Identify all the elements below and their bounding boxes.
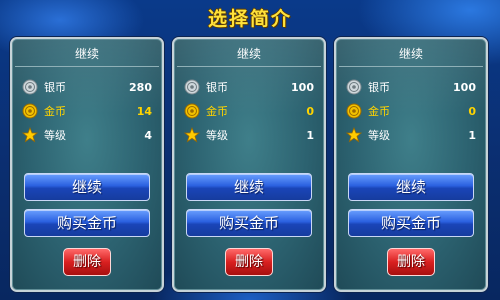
silver-value: 100 [291, 80, 314, 94]
gold-coin-icon [346, 103, 362, 119]
gold-value: 14 [136, 104, 152, 118]
gold-label: 金币 [206, 105, 228, 118]
profile-slot-2: 继续 银币 100 金币 0 等级 1 继续 购买金币 删除 [172, 37, 326, 292]
gold-coin-icon [184, 103, 200, 119]
slot-header: 继续 [74, 47, 99, 61]
gold-value: 0 [468, 104, 476, 118]
gold-row: 金币 14 [22, 101, 152, 121]
silver-value: 280 [129, 80, 152, 94]
profile-slot-1: 继续 银币 280 金币 14 等级 4 继续 购买金币 删除 [10, 37, 164, 292]
gold-coin-icon [22, 103, 38, 119]
level-row: 等级 1 [184, 125, 314, 145]
level-row: 等级 4 [22, 125, 152, 145]
delete-button[interactable]: 删除 [225, 248, 273, 276]
level-row: 等级 1 [346, 125, 476, 145]
level-label: 等级 [44, 129, 66, 142]
silver-coin-icon [184, 79, 200, 95]
silver-value: 100 [453, 80, 476, 94]
buy-gold-button[interactable]: 购买金币 [186, 209, 312, 237]
silver-coin-icon [22, 79, 38, 95]
slot-header: 继续 [236, 47, 261, 61]
continue-button[interactable]: 继续 [348, 173, 474, 201]
silver-label: 银币 [44, 81, 66, 94]
continue-button[interactable]: 继续 [186, 173, 312, 201]
gold-value: 0 [306, 104, 314, 118]
silver-row: 银币 280 [22, 77, 152, 97]
slot-header: 继续 [398, 47, 423, 61]
star-icon [184, 127, 200, 143]
level-value: 1 [306, 128, 314, 142]
level-value: 1 [468, 128, 476, 142]
silver-row: 银币 100 [346, 77, 476, 97]
delete-button[interactable]: 删除 [63, 248, 111, 276]
divider [339, 66, 483, 67]
buy-gold-button[interactable]: 购买金币 [24, 209, 150, 237]
level-label: 等级 [368, 129, 390, 142]
profile-slot-3: 继续 银币 100 金币 0 等级 1 继续 购买金币 删除 [334, 37, 488, 292]
star-icon [22, 127, 38, 143]
gold-label: 金币 [44, 105, 66, 118]
gold-row: 金币 0 [346, 101, 476, 121]
silver-coin-icon [346, 79, 362, 95]
continue-button[interactable]: 继续 [24, 173, 150, 201]
star-icon [346, 127, 362, 143]
delete-button[interactable]: 删除 [387, 248, 435, 276]
silver-label: 银币 [368, 81, 390, 94]
divider [177, 66, 321, 67]
divider [15, 66, 159, 67]
silver-row: 银币 100 [184, 77, 314, 97]
screen-title: 选择简介 [207, 8, 292, 30]
gold-row: 金币 0 [184, 101, 314, 121]
buy-gold-button[interactable]: 购买金币 [348, 209, 474, 237]
level-value: 4 [144, 128, 152, 142]
gold-label: 金币 [368, 105, 390, 118]
level-label: 等级 [206, 129, 228, 142]
silver-label: 银币 [206, 81, 228, 94]
